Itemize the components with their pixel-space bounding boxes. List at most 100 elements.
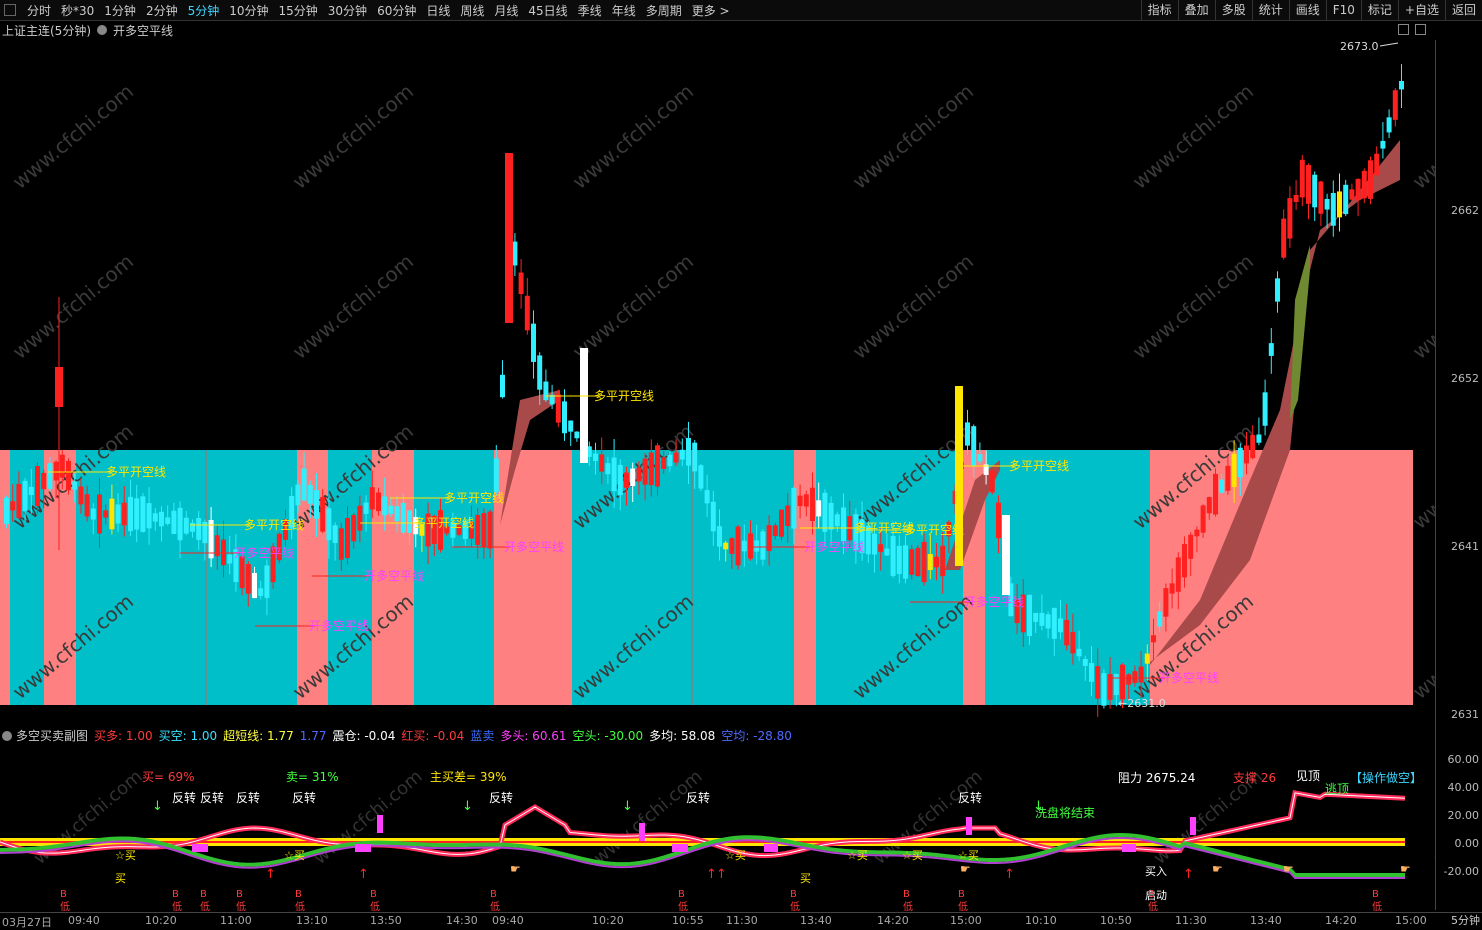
label-up-line: 多平开空线 <box>904 523 964 537</box>
period-tab[interactable]: 1分钟 <box>99 2 141 19</box>
candle-body <box>1312 174 1318 208</box>
candle-body <box>1324 198 1330 210</box>
time-tick: 14:30 <box>446 914 478 927</box>
hand-icon: ☛ <box>960 862 971 876</box>
svg-text:www.cfchi.com: www.cfchi.com <box>288 79 418 194</box>
toolbar-button[interactable]: 统计 <box>1251 0 1289 20</box>
candle-body <box>388 505 394 514</box>
reverse-label: 反转 <box>200 790 224 805</box>
svg-text:www.cfchi.com: www.cfchi.com <box>8 79 138 194</box>
period-tab[interactable]: 2分钟 <box>141 2 183 19</box>
candle-body <box>1051 607 1057 639</box>
candle-body <box>177 507 183 541</box>
sub-field: 买空: 1.00 <box>158 729 218 743</box>
candle-body <box>1002 515 1010 595</box>
toolbar-button[interactable]: 多股 <box>1214 0 1252 20</box>
candle-body <box>797 495 803 507</box>
magenta-spike <box>639 823 645 841</box>
period-tab[interactable]: 周线 <box>455 2 489 19</box>
candle-body <box>772 525 778 537</box>
sub-field: 超短线: 1.77 <box>223 729 294 743</box>
time-tick: 13:40 <box>800 914 832 927</box>
indicator-name[interactable]: 开多空平线 <box>113 22 173 39</box>
svg-text:www.cfchi.com: www.cfchi.com <box>1128 249 1258 364</box>
reverse-label: 反转 <box>958 790 982 805</box>
candle-body <box>717 526 722 547</box>
buy-star-label: ☆买 <box>284 849 305 862</box>
period-tab[interactable]: 60分钟 <box>372 2 421 19</box>
window-icon[interactable] <box>4 4 16 16</box>
candle-body <box>940 545 946 577</box>
indicator-toggle-icon[interactable] <box>97 25 107 35</box>
sub-toggle-icon[interactable] <box>2 730 12 741</box>
toolbar-button[interactable]: 指标 <box>1140 0 1178 20</box>
candle-body <box>245 564 251 594</box>
svg-text:www.cfchi.com: www.cfchi.com <box>1430 766 1435 869</box>
buy-star-label: ☆买 <box>725 849 746 862</box>
time-tick: 09:40 <box>492 914 524 927</box>
buy-star-label: ☆买 <box>902 849 923 862</box>
period-tab[interactable]: 月线 <box>489 2 523 19</box>
diamond-icon[interactable] <box>1398 24 1409 35</box>
toolbar-button[interactable]: 标记 <box>1360 0 1398 20</box>
candle-body <box>1237 447 1243 478</box>
sub-tick: 20.00 <box>1447 809 1480 822</box>
period-tab[interactable]: 15分钟 <box>274 2 323 19</box>
up-arrow-icon: ↑ <box>716 867 727 882</box>
price-tick: 2662 <box>1451 204 1479 217</box>
candle-body <box>1101 673 1107 706</box>
candle-body <box>834 514 840 527</box>
candle-body <box>1225 465 1231 491</box>
low-marker: 低 <box>295 900 305 912</box>
sub-field: 红买: -0.04 <box>401 729 465 743</box>
sub-field: 空均: -28.80 <box>721 729 792 743</box>
sub-indicator-bar: 多空买卖副图 买多: 1.00 买空: 1.00 超短线: 1.77 1.77 震仓:… <box>0 727 798 744</box>
sub-indicator-chart[interactable]: www.cfchi.com www.cfchi.com www.cfchi.com w… <box>0 745 1435 912</box>
candle-body <box>1120 664 1125 700</box>
period-tab[interactable]: 秒*30 <box>56 2 99 19</box>
candle-body <box>351 514 357 542</box>
period-tab[interactable]: 多周期 <box>641 2 687 19</box>
restore-icon[interactable] <box>1415 24 1426 35</box>
period-tab[interactable]: 45日线 <box>523 2 572 19</box>
toolbar-button[interactable]: 叠加 <box>1177 0 1215 20</box>
period-tab[interactable]: 5分钟 <box>183 2 225 19</box>
svg-text:www.cfchi.com: www.cfchi.com <box>848 79 978 194</box>
period-tab[interactable]: 10分钟 <box>224 2 273 19</box>
candle-body <box>1256 434 1262 443</box>
sub-indicator-name[interactable]: 多空买卖副图 <box>16 727 88 744</box>
down-arrow-icon: ↓ <box>1033 799 1044 814</box>
toolbar-button[interactable]: 画线 <box>1288 0 1326 20</box>
candle-body <box>103 510 109 518</box>
candle-body <box>977 454 983 462</box>
period-tab[interactable]: 更多 > <box>687 2 735 19</box>
up-arrow-icon: ↑ <box>1004 867 1015 882</box>
b-marker: B <box>1372 889 1379 900</box>
candle-body <box>1188 534 1194 559</box>
candle-body <box>357 505 363 531</box>
reverse-label: 反转 <box>489 790 513 805</box>
candle-body <box>493 458 499 493</box>
period-tab[interactable]: 日线 <box>421 2 455 19</box>
toolbar-button[interactable]: +自选 <box>1397 0 1445 20</box>
price-tick: 2631 <box>1451 708 1479 721</box>
timeframe-button[interactable]: 5分钟 <box>1451 912 1480 928</box>
period-tab[interactable]: 年线 <box>607 2 641 19</box>
sub-tick: 40.00 <box>1447 781 1480 794</box>
period-tab[interactable]: 分时 <box>22 2 56 19</box>
sub-field: 震仓: -0.04 <box>332 729 396 743</box>
toolbar-button[interactable]: F10 <box>1325 0 1361 20</box>
period-tab[interactable]: 季线 <box>573 2 607 19</box>
candle-body <box>1287 198 1293 239</box>
candle-body <box>1182 544 1187 578</box>
candlestick-chart[interactable]: www.cfchi.com www.cfchi.com www.cfchi.com w… <box>0 40 1435 725</box>
candle-body <box>1200 505 1206 533</box>
label-down-line: 开多空平线 <box>364 569 424 583</box>
toolbar-button[interactable]: 返回 <box>1444 0 1482 20</box>
period-toolbar: 分时 秒*30 1分钟 2分钟 5分钟 10分钟 15分钟 30分钟 60分钟 日线 周线 月线 45日… <box>0 0 1482 21</box>
svg-text:www.cfchi.com: www.cfchi.com <box>568 249 698 364</box>
low-marker: 低 <box>60 900 70 912</box>
buy-diff-label: 主买差= 39% <box>430 770 507 784</box>
period-tab[interactable]: 30分钟 <box>323 2 372 19</box>
magenta-bar <box>1122 844 1136 852</box>
